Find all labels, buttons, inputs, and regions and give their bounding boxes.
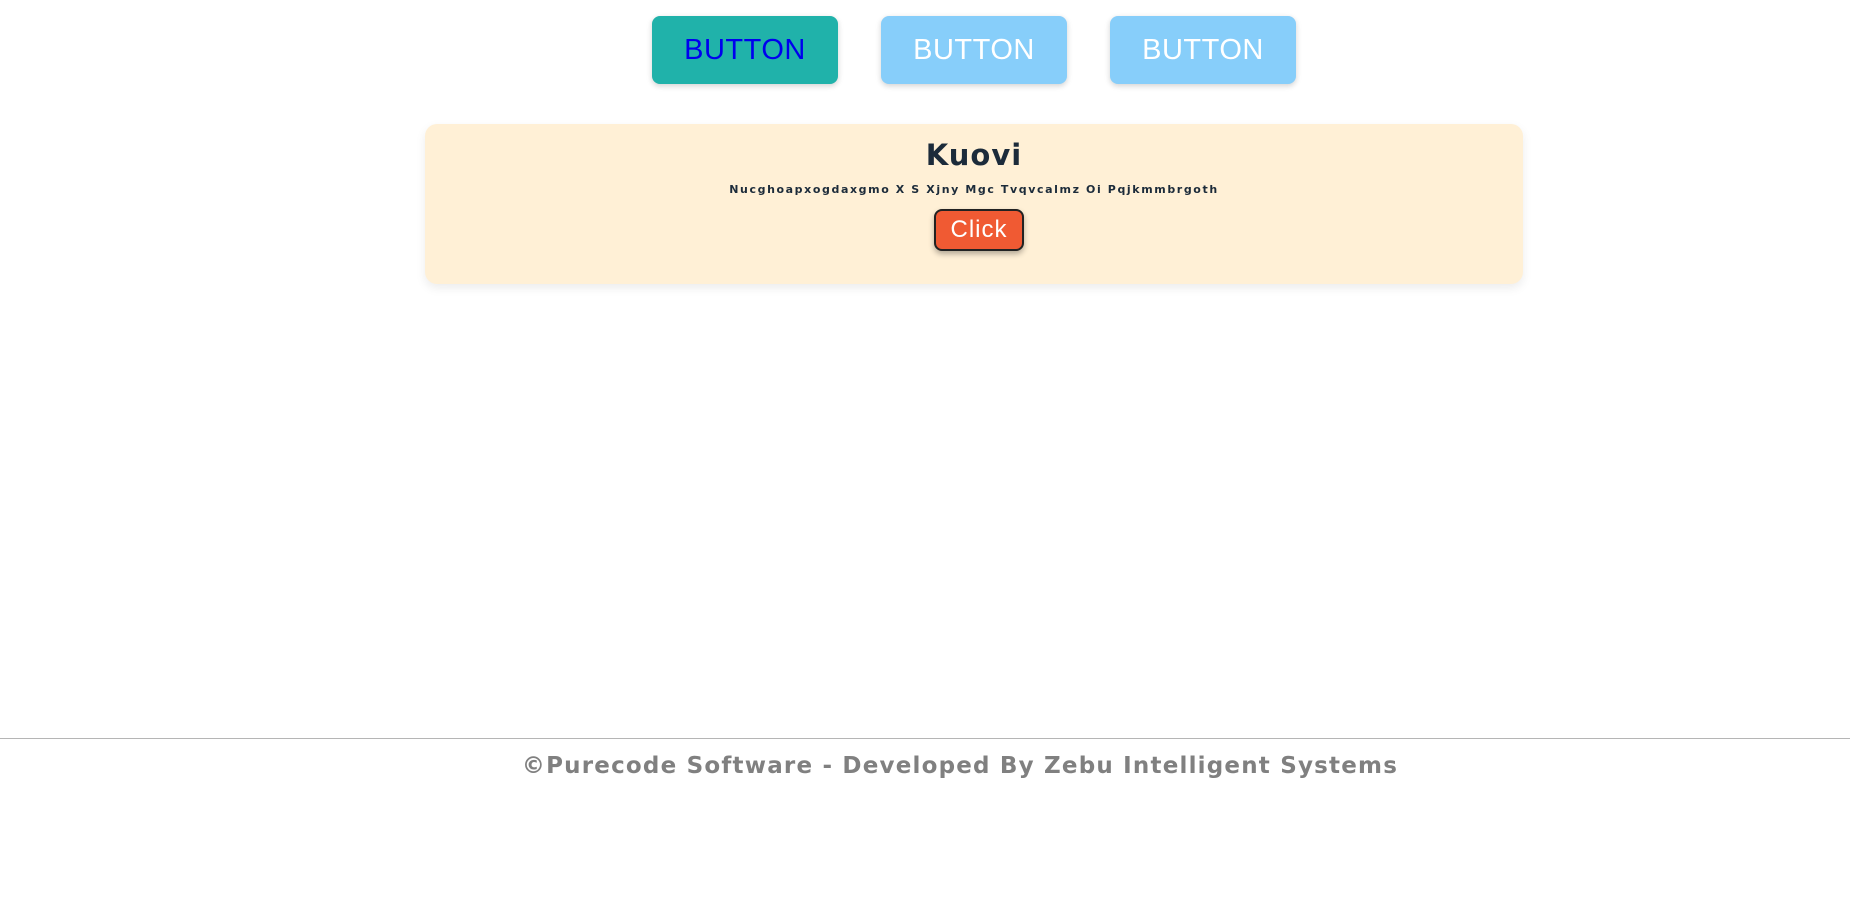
card-title: Kuovi xyxy=(925,138,1023,172)
top-button-1[interactable]: BUTTON xyxy=(652,16,838,84)
top-button-3[interactable]: BUTTON xyxy=(1110,16,1296,84)
click-button[interactable]: Click xyxy=(934,209,1024,251)
footer-divider xyxy=(0,738,1850,739)
card-subtitle: Nucghoapxogdaxgmo X S Xjny Mgc Tvqvcalmz… xyxy=(729,183,1219,196)
top-button-2[interactable]: BUTTON xyxy=(881,16,1067,84)
top-button-row: BUTTON BUTTON BUTTON xyxy=(0,16,1850,86)
info-card: Kuovi Nucghoapxogdaxgmo X S Xjny Mgc Tvq… xyxy=(425,124,1523,284)
page: BUTTON BUTTON BUTTON Kuovi Nucghoapxogda… xyxy=(0,0,1850,900)
footer-copyright: ©Purecode Software - Developed By Zebu I… xyxy=(521,753,1399,779)
